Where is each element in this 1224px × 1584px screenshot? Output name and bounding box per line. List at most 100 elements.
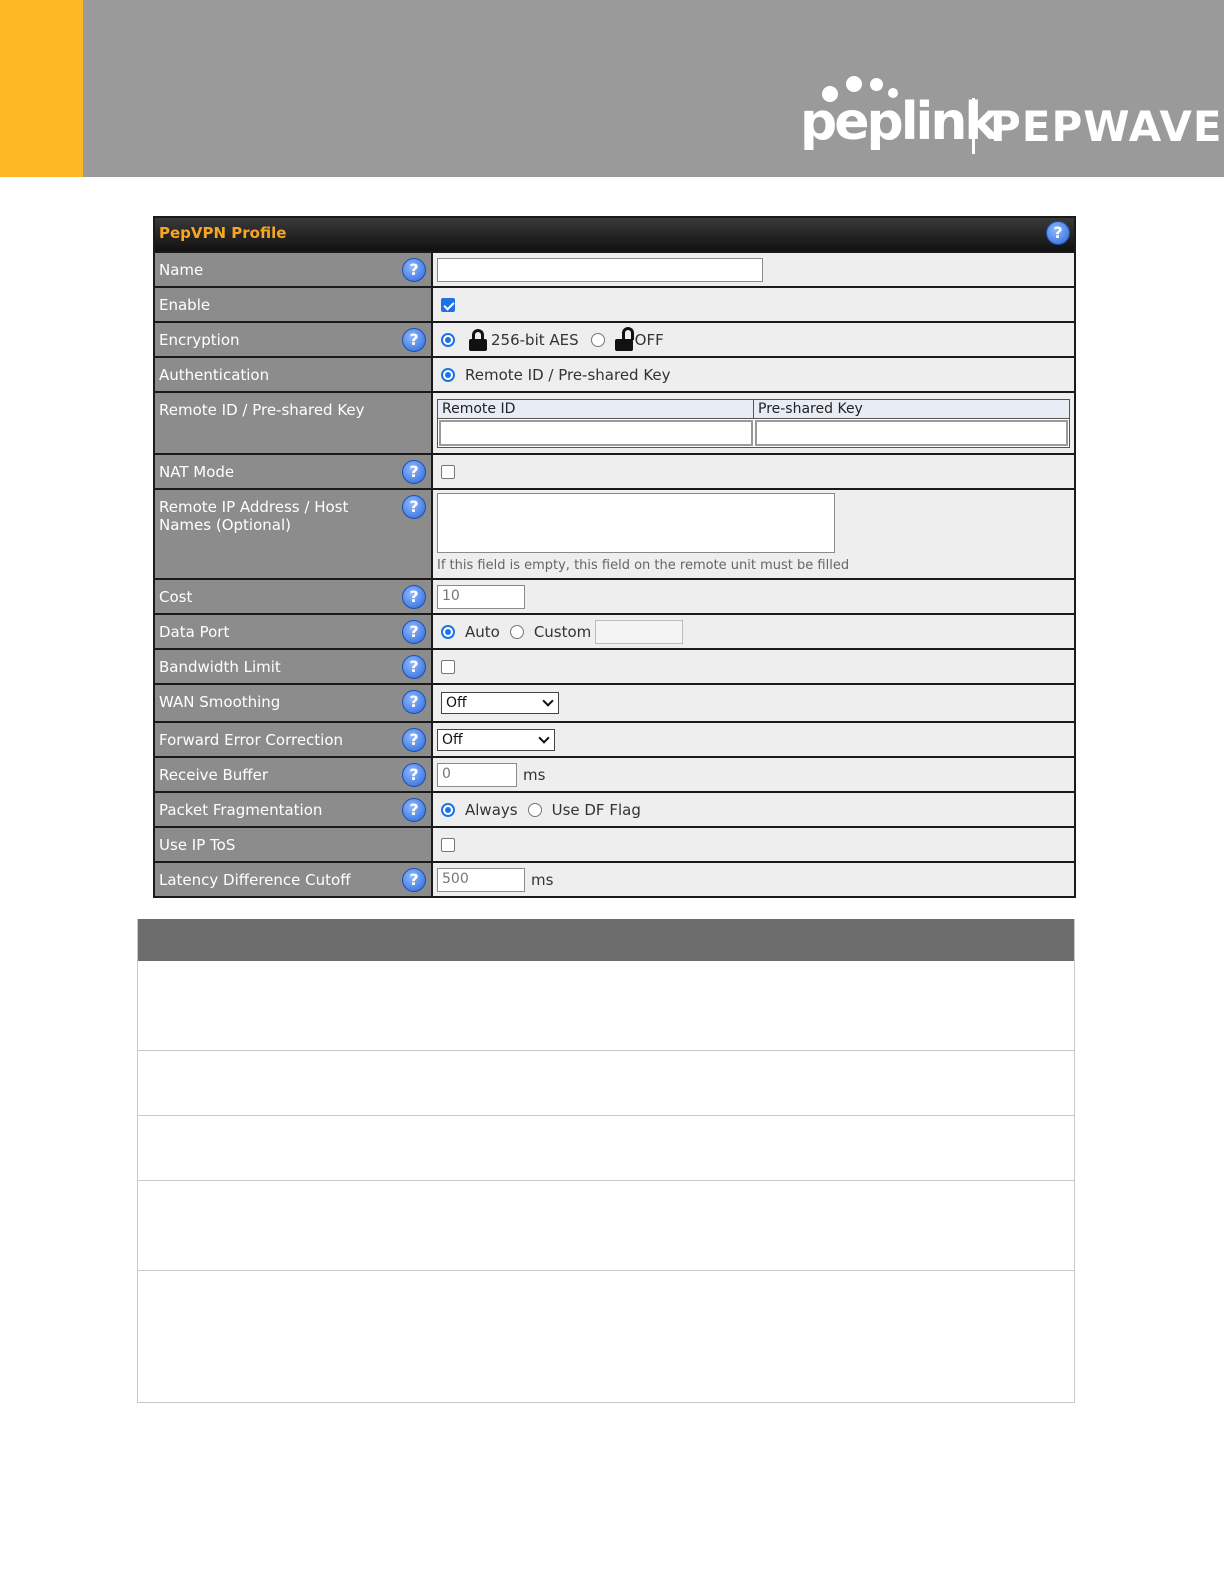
- remote-id-input[interactable]: [439, 419, 753, 446]
- table-row: [138, 1271, 1074, 1403]
- enable-label: Enable: [159, 296, 211, 314]
- help-icon[interactable]: ?: [402, 690, 426, 714]
- remote-ip-textarea[interactable]: [437, 493, 835, 553]
- remote-id-header: Remote ID: [438, 399, 754, 418]
- help-icon[interactable]: ?: [402, 728, 426, 752]
- help-icon[interactable]: ?: [402, 495, 426, 519]
- row-receive-buffer: Receive Buffer? 0 ms: [155, 756, 1074, 791]
- cost-label: Cost: [159, 588, 193, 606]
- receive-buffer-input[interactable]: 0: [437, 762, 517, 787]
- description-table: [137, 919, 1075, 1403]
- data-port-custom-input[interactable]: [595, 619, 684, 644]
- encryption-label: Encryption: [159, 331, 240, 349]
- table-row: [138, 1051, 1074, 1116]
- row-remote-ip: Remote IP Address / Host Names (Optional…: [155, 488, 1074, 578]
- encryption-off-label: OFF: [634, 330, 664, 349]
- chevron-down-icon: [542, 695, 554, 707]
- name-label: Name: [159, 261, 204, 279]
- wan-smoothing-value: Off: [446, 695, 467, 711]
- psk-input[interactable]: [754, 419, 1068, 446]
- data-port-custom-radio[interactable]: [509, 624, 524, 639]
- remote-id-psk-label: Remote ID / Pre-shared Key: [159, 401, 365, 419]
- wan-smoothing-select[interactable]: Off: [441, 692, 559, 714]
- header-banner: peplink PEPWAVE: [0, 0, 1224, 177]
- remote-id-psk-table: Remote ID Pre-shared Key: [437, 398, 1070, 448]
- cost-input[interactable]: 10: [437, 584, 525, 609]
- remote-ip-hint: If this field is empty, this field on th…: [437, 558, 850, 573]
- use-ip-tos-checkbox[interactable]: [441, 837, 455, 852]
- enable-checkbox[interactable]: [441, 297, 455, 312]
- bandwidth-limit-checkbox[interactable]: [441, 659, 455, 674]
- data-port-auto-label: Auto: [465, 622, 500, 641]
- encryption-aes-label: 256-bit AES: [491, 330, 579, 349]
- fec-value: Off: [442, 731, 463, 748]
- row-fec: Forward Error Correction? Off: [155, 721, 1074, 756]
- authentication-option-label: Remote ID / Pre-shared Key: [465, 365, 671, 384]
- receive-buffer-label: Receive Buffer: [159, 766, 269, 784]
- row-wan-smoothing: WAN Smoothing? Off: [155, 683, 1074, 721]
- fec-label: Forward Error Correction: [159, 731, 344, 749]
- row-nat-mode: NAT Mode?: [155, 453, 1074, 488]
- fragmentation-always-radio[interactable]: [441, 802, 455, 817]
- fec-select[interactable]: Off: [437, 728, 555, 751]
- row-data-port: Data Port? Auto Custom: [155, 613, 1074, 648]
- encryption-off-radio[interactable]: [590, 332, 605, 347]
- row-bandwidth-limit: Bandwidth Limit?: [155, 648, 1074, 683]
- latency-cutoff-label: Latency Difference Cutoff: [159, 871, 351, 889]
- remote-ip-label: Remote IP Address / Host Names (Optional…: [159, 498, 349, 534]
- row-packet-fragmentation: Packet Fragmentation? Always Use DF Flag: [155, 791, 1074, 826]
- fragmentation-always-label: Always: [465, 800, 518, 819]
- row-encryption: Encryption? 256-bit AES OFF: [155, 321, 1074, 356]
- nat-mode-checkbox[interactable]: [441, 464, 455, 479]
- help-icon[interactable]: ?: [402, 655, 426, 679]
- nat-mode-label: NAT Mode: [159, 463, 235, 481]
- help-icon[interactable]: ?: [402, 460, 426, 484]
- table-row: [138, 1116, 1074, 1181]
- bandwidth-limit-label: Bandwidth Limit: [159, 658, 281, 676]
- fragmentation-df-label: Use DF Flag: [551, 800, 641, 819]
- data-port-label: Data Port: [159, 623, 230, 641]
- help-icon[interactable]: ?: [402, 328, 426, 352]
- fragmentation-df-radio[interactable]: [527, 802, 542, 817]
- pepvpn-profile-form: PepVPN Profile ? Name? Enable Encryption…: [153, 216, 1076, 898]
- latency-cutoff-input[interactable]: 500: [437, 867, 525, 892]
- name-input[interactable]: [437, 257, 763, 282]
- help-icon[interactable]: ?: [402, 868, 426, 892]
- use-ip-tos-label: Use IP ToS: [159, 836, 236, 854]
- row-authentication: Authentication Remote ID / Pre-shared Ke…: [155, 356, 1074, 391]
- logo-pepwave: PEPWAVE: [990, 102, 1223, 151]
- description-table-header: [138, 919, 1074, 961]
- form-title-bar: PepVPN Profile ?: [155, 218, 1074, 251]
- lock-open-icon: [614, 326, 634, 351]
- row-cost: Cost? 10: [155, 578, 1074, 613]
- row-enable: Enable: [155, 286, 1074, 321]
- wan-smoothing-label: WAN Smoothing: [159, 693, 281, 711]
- psk-header: Pre-shared Key: [758, 400, 863, 417]
- help-icon[interactable]: ?: [1046, 221, 1070, 245]
- accent-bar: [0, 0, 83, 177]
- encryption-aes-radio[interactable]: [441, 332, 455, 347]
- latency-cutoff-unit: ms: [531, 870, 554, 889]
- row-name: Name?: [155, 251, 1074, 286]
- row-use-ip-tos: Use IP ToS: [155, 826, 1074, 861]
- table-row: [138, 1181, 1074, 1271]
- help-icon[interactable]: ?: [402, 798, 426, 822]
- data-port-auto-radio[interactable]: [441, 624, 455, 639]
- receive-buffer-unit: ms: [523, 765, 546, 784]
- authentication-radio[interactable]: [441, 367, 455, 382]
- logo-peplink: peplink: [800, 92, 999, 152]
- row-remote-id-psk: Remote ID / Pre-shared Key Remote ID Pre…: [155, 391, 1074, 453]
- form-title: PepVPN Profile: [159, 224, 287, 242]
- data-port-custom-label: Custom: [533, 622, 592, 641]
- help-icon[interactable]: ?: [402, 258, 426, 282]
- packet-fragmentation-label: Packet Fragmentation: [159, 801, 323, 819]
- logo-separator: [972, 98, 975, 154]
- help-icon[interactable]: ?: [402, 585, 426, 609]
- authentication-label: Authentication: [159, 366, 270, 384]
- help-icon[interactable]: ?: [402, 620, 426, 644]
- row-latency-cutoff: Latency Difference Cutoff? 500 ms: [155, 861, 1074, 896]
- chevron-down-icon: [538, 731, 550, 744]
- table-row: [138, 961, 1074, 1051]
- lock-closed-icon: [469, 328, 487, 351]
- help-icon[interactable]: ?: [402, 763, 426, 787]
